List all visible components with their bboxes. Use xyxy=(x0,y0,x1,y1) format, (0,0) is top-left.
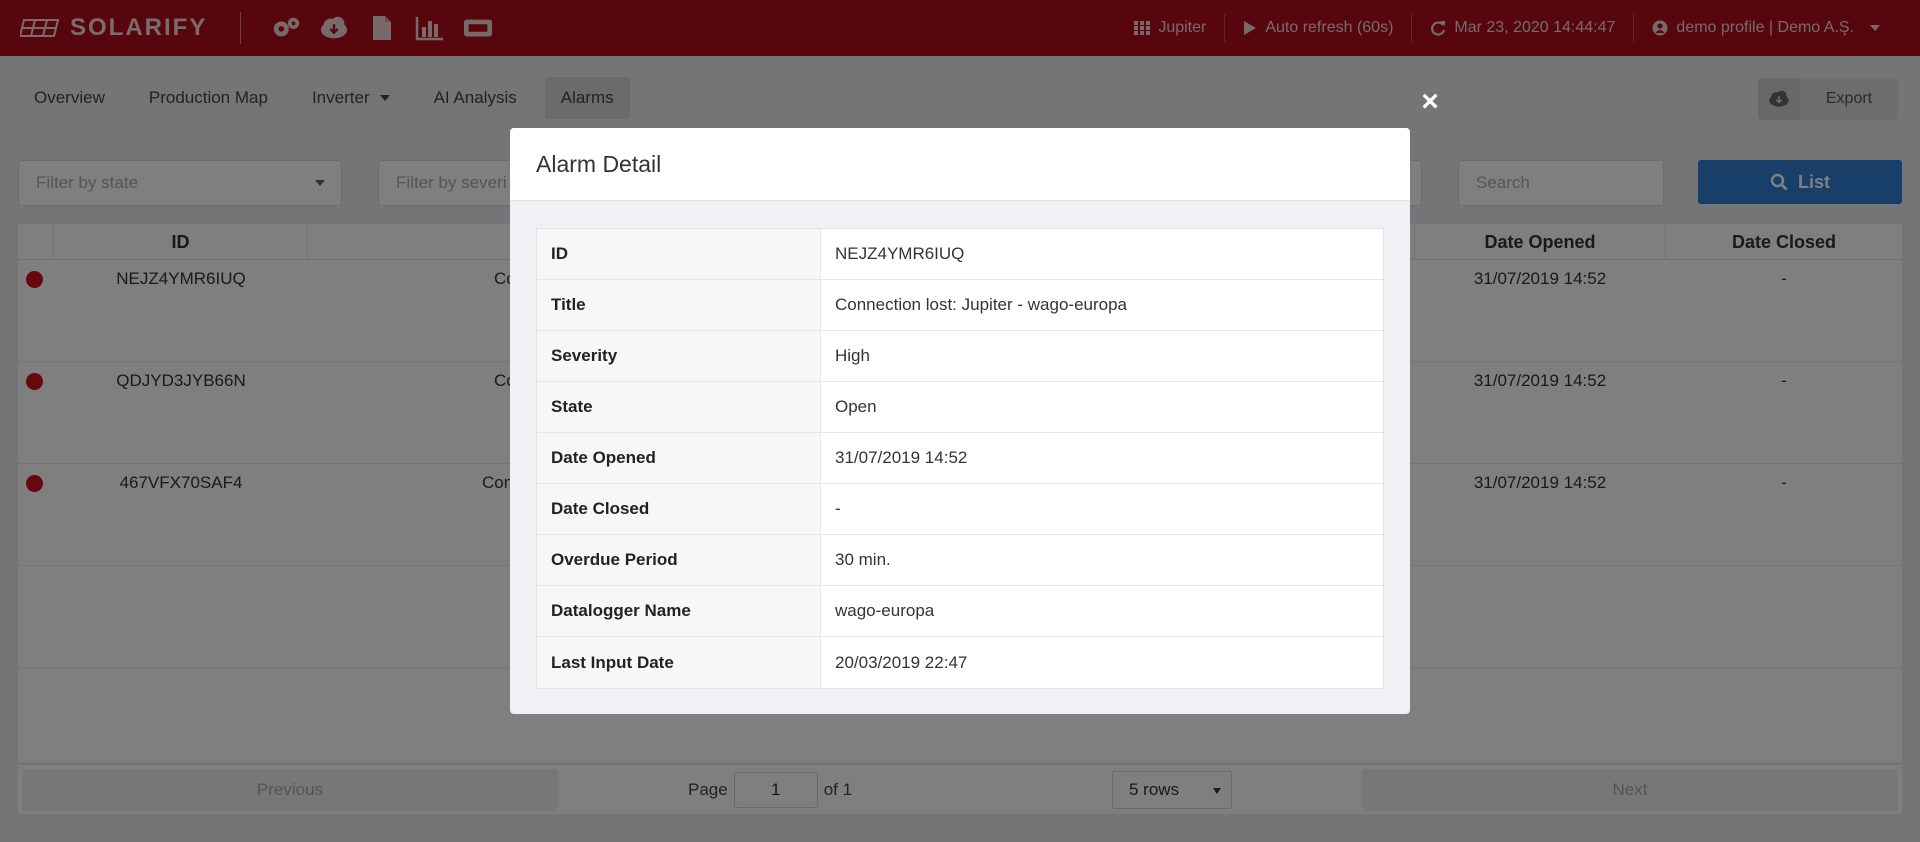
detail-label: Severity xyxy=(537,331,821,381)
detail-value: High xyxy=(835,346,870,365)
detail-label: Date Closed xyxy=(537,484,821,534)
alarm-detail-modal: Alarm Detail ID NEJZ4YMR6IUQ Title Conne… xyxy=(510,128,1410,714)
modal-title: Alarm Detail xyxy=(510,128,1410,201)
detail-value: - xyxy=(835,499,841,518)
close-icon[interactable]: × xyxy=(1418,87,1442,117)
detail-label: Date Opened xyxy=(537,433,821,483)
detail-row-overdue-period: Overdue Period 30 min. xyxy=(537,535,1383,586)
detail-row-id: ID NEJZ4YMR6IUQ xyxy=(537,229,1383,280)
detail-row-title: Title Connection lost: Jupiter - wago-eu… xyxy=(537,280,1383,331)
alarm-detail-table: ID NEJZ4YMR6IUQ Title Connection lost: J… xyxy=(536,228,1384,689)
detail-value: 31/07/2019 14:52 xyxy=(835,448,968,467)
detail-label: State xyxy=(537,382,821,432)
detail-label: ID xyxy=(537,229,821,279)
detail-row-date-opened: Date Opened 31/07/2019 14:52 xyxy=(537,433,1383,484)
detail-label: Overdue Period xyxy=(537,535,821,585)
detail-label: Last Input Date xyxy=(537,637,821,688)
detail-value: NEJZ4YMR6IUQ xyxy=(835,244,965,263)
detail-row-state: State Open xyxy=(537,382,1383,433)
detail-label: Title xyxy=(537,280,821,330)
detail-value: wago-europa xyxy=(835,601,935,620)
detail-value: 20/03/2019 22:47 xyxy=(835,652,968,672)
detail-value: 30 min. xyxy=(835,550,891,569)
detail-row-date-closed: Date Closed - xyxy=(537,484,1383,535)
detail-value: Open xyxy=(835,397,877,416)
detail-label: Datalogger Name xyxy=(537,586,821,636)
detail-row-last-input-date: Last Input Date 20/03/2019 22:47 xyxy=(537,637,1383,688)
detail-value: Connection lost: Jupiter - wago-europa xyxy=(835,295,1127,314)
detail-row-datalogger-name: Datalogger Name wago-europa xyxy=(537,586,1383,637)
detail-row-severity: Severity High xyxy=(537,331,1383,382)
